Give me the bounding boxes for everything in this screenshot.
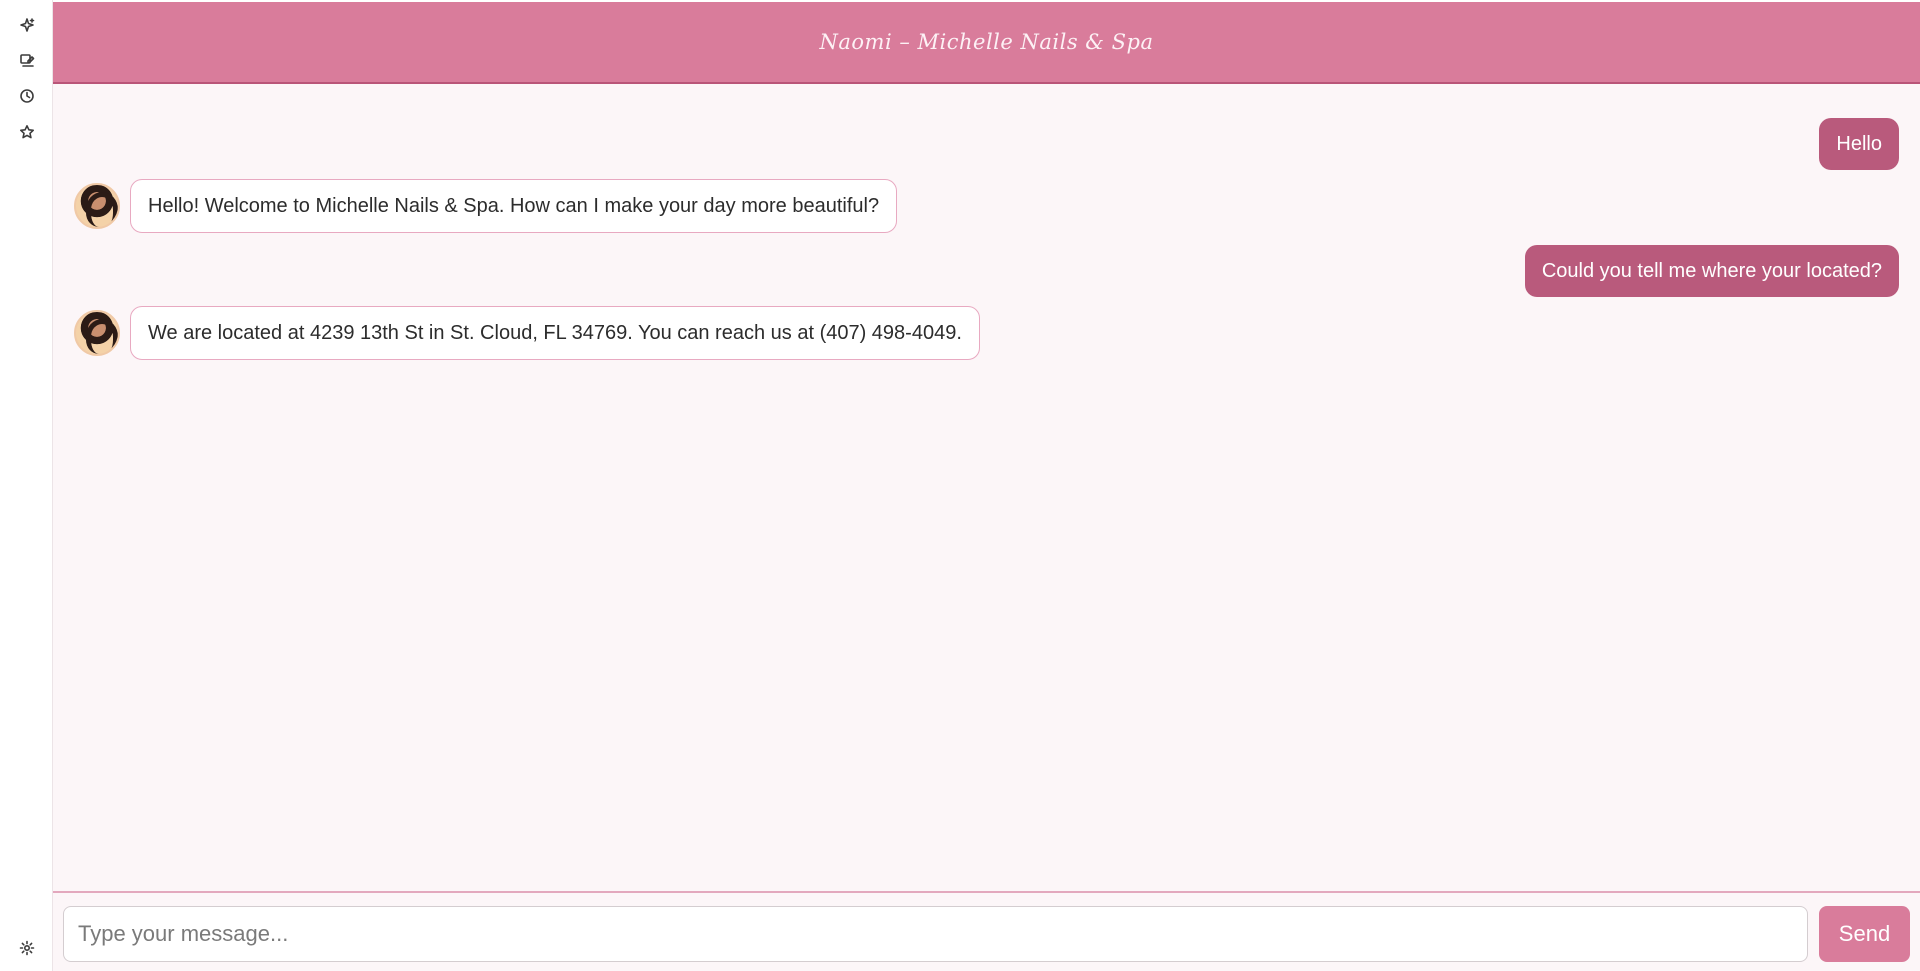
- assistant-avatar: [74, 183, 120, 229]
- assistant-avatar: [74, 310, 120, 356]
- sparkle-icon[interactable]: [16, 14, 38, 36]
- assistant-message: We are located at 4239 13th St in St. Cl…: [130, 306, 980, 360]
- assistant-message-row: We are located at 4239 13th St in St. Cl…: [74, 306, 980, 360]
- history-icon[interactable]: [16, 85, 38, 107]
- assistant-message: Hello! Welcome to Michelle Nails & Spa. …: [130, 179, 898, 233]
- user-message: Hello: [1819, 118, 1899, 170]
- chat-header: Naomi – Michelle Nails & Spa: [53, 2, 1920, 84]
- chat-panel: Naomi – Michelle Nails & Spa Hello Hello…: [53, 2, 1920, 971]
- message-list: Hello Hello! Welcome to Michelle Nails &…: [53, 86, 1920, 894]
- user-message: Could you tell me where your located?: [1524, 245, 1899, 297]
- settings-icon[interactable]: [16, 937, 38, 959]
- icon-rail: [0, 0, 53, 971]
- chat-edit-icon[interactable]: [16, 50, 38, 72]
- message-input[interactable]: [63, 906, 1808, 962]
- page-title: Naomi – Michelle Nails & Spa: [819, 30, 1154, 54]
- star-icon[interactable]: [16, 121, 38, 143]
- composer: Send: [53, 891, 1920, 971]
- send-button[interactable]: Send: [1819, 906, 1910, 962]
- assistant-message-row: Hello! Welcome to Michelle Nails & Spa. …: [74, 179, 898, 233]
